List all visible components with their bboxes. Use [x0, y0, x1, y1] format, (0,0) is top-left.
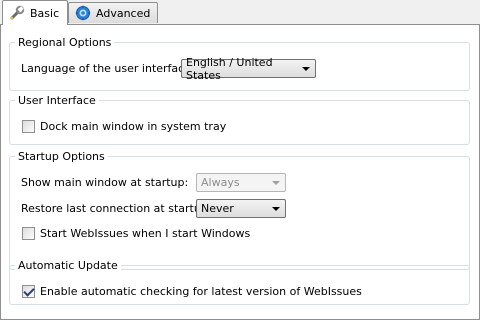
- gear-icon: [75, 5, 91, 21]
- tab-advanced-label: Advanced: [96, 6, 151, 20]
- wrench-icon: [9, 5, 25, 21]
- dock-checkbox[interactable]: [22, 120, 35, 133]
- show-window-row: Show main window at startup:: [21, 173, 188, 192]
- restore-connection-select[interactable]: Never: [196, 199, 286, 218]
- group-user-interface: User Interface Dock main window in syste…: [9, 94, 470, 145]
- group-regional-options: Regional Options Language of the user in…: [9, 36, 470, 91]
- tab-panel-basic: Regional Options Language of the user in…: [0, 24, 480, 320]
- language-label: Language of the user interface:: [21, 62, 195, 75]
- language-select-value: English / United States: [186, 55, 273, 82]
- tab-advanced[interactable]: Advanced: [68, 2, 158, 23]
- update-checkbox-row[interactable]: Enable automatic checking for latest ver…: [22, 284, 362, 299]
- group-title: Regional Options: [15, 36, 115, 49]
- group-title: Startup Options: [15, 150, 108, 163]
- dock-checkbox-row[interactable]: Dock main window in system tray: [22, 119, 226, 134]
- language-select[interactable]: English / United States: [181, 56, 316, 82]
- language-row: Language of the user interface:: [21, 59, 195, 78]
- tab-basic-label: Basic: [30, 6, 60, 20]
- autostart-label[interactable]: Start WebIssues when I start Windows: [40, 227, 250, 240]
- autostart-checkbox[interactable]: [22, 227, 35, 240]
- restore-connection-label: Restore last connection at startup:: [21, 202, 212, 215]
- restore-connection-select-value: Never: [201, 202, 234, 215]
- tab-bar: Basic Advanced: [0, 0, 480, 25]
- chevron-down-icon: [302, 67, 310, 71]
- tab-basic[interactable]: Basic: [2, 0, 68, 25]
- group-title: User Interface: [15, 94, 99, 107]
- update-label[interactable]: Enable automatic checking for latest ver…: [40, 285, 362, 298]
- group-automatic-update: Automatic Update Enable automatic checki…: [9, 259, 470, 305]
- show-window-label: Show main window at startup:: [21, 176, 189, 189]
- autostart-checkbox-row[interactable]: Start WebIssues when I start Windows: [22, 226, 250, 241]
- show-window-select[interactable]: Always: [196, 173, 286, 192]
- show-window-select-value: Always: [201, 176, 240, 189]
- restore-connection-row: Restore last connection at startup:: [21, 199, 212, 218]
- update-checkbox[interactable]: [22, 285, 35, 298]
- group-startup-options: Startup Options Show main window at star…: [9, 150, 470, 270]
- group-title: Automatic Update: [15, 259, 121, 272]
- chevron-down-icon: [272, 181, 280, 185]
- chevron-down-icon: [272, 207, 280, 211]
- dock-label[interactable]: Dock main window in system tray: [40, 120, 226, 133]
